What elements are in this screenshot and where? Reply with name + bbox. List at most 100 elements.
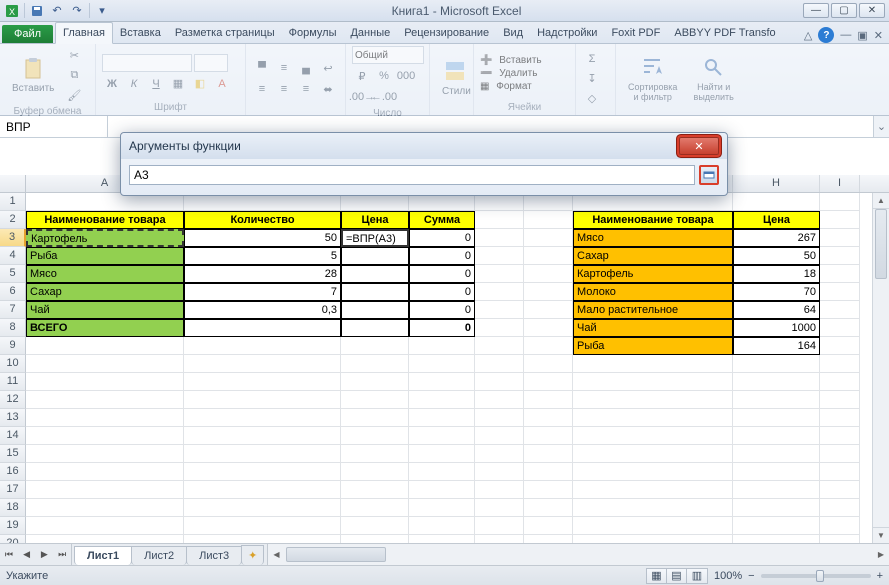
scroll-left-icon[interactable]: ◀: [268, 550, 284, 559]
font-size-select[interactable]: [194, 54, 228, 72]
tab-view[interactable]: Вид: [496, 23, 530, 43]
insert-cells-button[interactable]: ➕ Вставить: [480, 55, 542, 66]
cell[interactable]: 0: [409, 229, 475, 247]
paste-button[interactable]: Вставить: [6, 46, 60, 104]
undo-icon[interactable]: ↶: [49, 3, 65, 19]
sort-filter-button[interactable]: Сортировка и фильтр: [622, 46, 683, 111]
cell[interactable]: 0: [409, 247, 475, 265]
cell-a3-selected[interactable]: Картофель: [26, 229, 184, 247]
align-left-icon[interactable]: ≡: [252, 80, 272, 98]
cell[interactable]: 0: [409, 283, 475, 301]
cell[interactable]: Картофель: [573, 265, 733, 283]
scroll-down-icon[interactable]: ▼: [873, 527, 889, 543]
help-icon[interactable]: ?: [818, 27, 834, 43]
qat-dropdown-icon[interactable]: ▾: [94, 3, 110, 19]
comma-icon[interactable]: 000: [396, 67, 416, 85]
dec-decimal-icon[interactable]: ←.00: [374, 88, 394, 106]
cell-c3-active[interactable]: =ВПР(A3): [341, 229, 409, 247]
vertical-scrollbar[interactable]: ▲ ▼: [872, 193, 889, 543]
file-tab[interactable]: Файл: [2, 25, 53, 43]
cell[interactable]: Мало растительное: [573, 301, 733, 319]
cell[interactable]: Чай: [26, 301, 184, 319]
cell[interactable]: [341, 319, 409, 337]
delete-cells-button[interactable]: ➖ Удалить: [480, 68, 542, 79]
close-button[interactable]: ✕: [859, 3, 885, 18]
sheet-nav-last-icon[interactable]: ⏭: [53, 549, 71, 560]
align-bot-icon[interactable]: ▄: [296, 59, 316, 77]
cell[interactable]: Наименование товара: [26, 211, 184, 229]
dialog-close-button[interactable]: ✕: [679, 137, 719, 155]
formula-bar-expand-icon[interactable]: ⌄: [873, 116, 889, 137]
tab-home[interactable]: Главная: [55, 22, 113, 44]
cell[interactable]: Цена: [733, 211, 820, 229]
zoom-out-button[interactable]: −: [748, 570, 754, 582]
styles-button[interactable]: Стили: [436, 46, 477, 111]
row-header[interactable]: 9: [0, 337, 26, 355]
cell[interactable]: Цена: [341, 211, 409, 229]
scroll-up-icon[interactable]: ▲: [873, 193, 889, 209]
cell[interactable]: 0: [409, 319, 475, 337]
tab-data[interactable]: Данные: [343, 23, 397, 43]
tab-foxit[interactable]: Foxit PDF: [604, 23, 667, 43]
cell[interactable]: Чай: [573, 319, 733, 337]
cell[interactable]: [341, 247, 409, 265]
select-all-corner[interactable]: [0, 175, 26, 192]
col-header[interactable]: I: [820, 175, 860, 192]
row-header[interactable]: 3: [0, 229, 26, 247]
row-header[interactable]: 14: [0, 427, 26, 445]
bold-button[interactable]: Ж: [102, 75, 122, 93]
tab-abbyy[interactable]: ABBYY PDF Transfo: [667, 23, 782, 43]
row-header[interactable]: 6: [0, 283, 26, 301]
copy-icon[interactable]: ⧉: [64, 66, 84, 84]
zoom-level[interactable]: 100%: [714, 570, 742, 582]
fill-icon[interactable]: ↧: [582, 70, 602, 88]
cell[interactable]: [341, 301, 409, 319]
border-button[interactable]: ▦: [168, 75, 188, 93]
cell[interactable]: 28: [184, 265, 341, 283]
tab-addins[interactable]: Надстройки: [530, 23, 604, 43]
cell[interactable]: 0: [409, 265, 475, 283]
cell[interactable]: 5: [184, 247, 341, 265]
sheet-nav-first-icon[interactable]: ⏮: [0, 549, 18, 560]
zoom-slider[interactable]: [761, 574, 871, 578]
row-header[interactable]: 12: [0, 391, 26, 409]
cell[interactable]: Сахар: [26, 283, 184, 301]
merge-icon[interactable]: ⬌: [318, 80, 338, 98]
cell[interactable]: 50: [733, 247, 820, 265]
dialog-range-input[interactable]: A3: [129, 165, 695, 185]
sheet-tab[interactable]: Лист2: [131, 546, 187, 565]
align-mid-icon[interactable]: ≡: [274, 59, 294, 77]
normal-view-button[interactable]: ▦: [647, 569, 667, 583]
save-icon[interactable]: [29, 3, 45, 19]
wrap-text-icon[interactable]: ↩: [318, 59, 338, 77]
find-select-button[interactable]: Найти и выделить: [687, 46, 740, 111]
fill-color-button[interactable]: ◧: [190, 75, 210, 93]
row-header[interactable]: 15: [0, 445, 26, 463]
cell[interactable]: 1000: [733, 319, 820, 337]
worksheet-grid[interactable]: A B C D E F G H I 1 2 Наименование товар…: [0, 175, 889, 543]
page-break-view-button[interactable]: ▥: [687, 569, 707, 583]
row-header[interactable]: 8: [0, 319, 26, 337]
cell[interactable]: 0: [409, 301, 475, 319]
zoom-in-button[interactable]: +: [877, 570, 883, 582]
italic-button[interactable]: К: [124, 75, 144, 93]
doc-restore-icon[interactable]: ▣: [857, 29, 867, 42]
row-header[interactable]: 19: [0, 517, 26, 535]
cell[interactable]: 70: [733, 283, 820, 301]
row-header[interactable]: 11: [0, 373, 26, 391]
row-header[interactable]: 16: [0, 463, 26, 481]
align-center-icon[interactable]: ≡: [274, 80, 294, 98]
cell[interactable]: Сумма: [409, 211, 475, 229]
align-right-icon[interactable]: ≡: [296, 80, 316, 98]
cell[interactable]: Молоко: [573, 283, 733, 301]
ribbon-minimize-icon[interactable]: △: [804, 29, 812, 42]
col-header[interactable]: H: [733, 175, 820, 192]
clear-icon[interactable]: ◇: [582, 90, 602, 108]
page-layout-view-button[interactable]: ▤: [667, 569, 687, 583]
maximize-button[interactable]: ▢: [831, 3, 857, 18]
number-format-select[interactable]: Общий: [352, 46, 424, 64]
tab-formulas[interactable]: Формулы: [282, 23, 344, 43]
name-box[interactable]: ВПР: [0, 116, 108, 137]
sheet-nav-next-icon[interactable]: ▶: [36, 549, 54, 560]
row-header[interactable]: 18: [0, 499, 26, 517]
